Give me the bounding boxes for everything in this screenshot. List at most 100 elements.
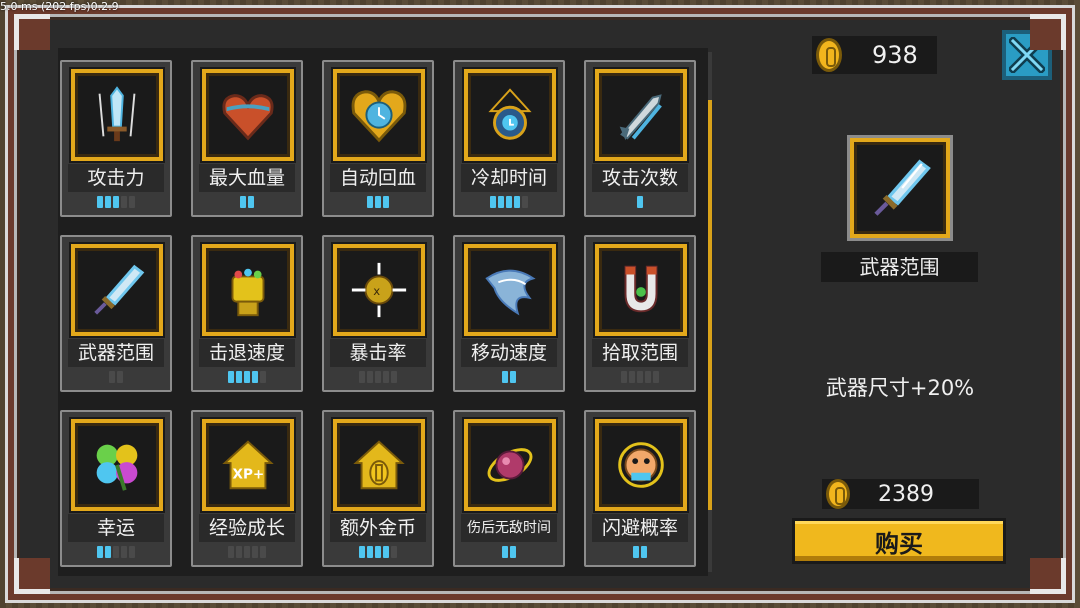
upgrade-name: 最大血量: [199, 164, 295, 192]
upgrade-name: 经验成长: [199, 514, 295, 542]
level-pip: [621, 371, 627, 383]
upgrade-card[interactable]: 伤后无敌时间: [453, 410, 565, 567]
level-pip: [367, 196, 373, 208]
level-pip: [236, 546, 242, 558]
level-pip: [510, 546, 516, 558]
level-pip: [637, 371, 643, 383]
upgrade-level-pips: [455, 196, 563, 210]
magnet-icon: [624, 265, 658, 313]
level-pip: [633, 546, 639, 558]
heart-clock-icon: [351, 90, 407, 143]
upgrade-icon-frame: [333, 69, 425, 161]
big-sword-icon: [94, 264, 145, 315]
level-pip: [236, 371, 242, 383]
level-pip: [244, 546, 250, 558]
level-pip: [502, 371, 508, 383]
scrollbar-thumb[interactable]: [708, 100, 712, 510]
upgrade-card[interactable]: 闪避概率: [584, 410, 696, 567]
upgrade-card[interactable]: 移动速度: [453, 235, 565, 392]
buy-button[interactable]: 购买: [792, 518, 1006, 564]
level-pip: [105, 546, 111, 558]
upgrade-name: 自动回血: [330, 164, 426, 192]
level-pip: [506, 196, 512, 208]
upgrade-level-pips: [586, 196, 694, 210]
upgrade-card[interactable]: 幸运: [60, 410, 172, 567]
level-pip: [367, 371, 373, 383]
upgrade-icon-frame: [595, 419, 687, 511]
upgrade-price: 2389: [822, 479, 979, 509]
level-pip: [641, 546, 647, 558]
gauntlet-icon: [231, 268, 265, 317]
upgrade-icon-frame: [464, 419, 556, 511]
upgrade-card[interactable]: 拾取范围: [584, 235, 696, 392]
upgrade-card[interactable]: 最大血量: [191, 60, 303, 217]
upgrade-icon-frame: [464, 244, 556, 336]
upgrade-card[interactable]: 武器范围: [60, 235, 172, 392]
upgrade-card[interactable]: 击退速度: [191, 235, 303, 392]
upgrade-name: 拾取范围: [592, 339, 688, 367]
upgrade-card[interactable]: XP+ 经验成长: [191, 410, 303, 567]
level-pip: [97, 546, 103, 558]
level-pip: [97, 196, 103, 208]
frame-corner: [1030, 14, 1066, 50]
upgrade-level-pips: [193, 546, 301, 560]
upgrade-level-pips: [62, 371, 170, 385]
level-pip: [490, 196, 496, 208]
level-pip: [121, 196, 127, 208]
level-pip: [498, 196, 504, 208]
upgrade-level-pips: [193, 371, 301, 385]
upgrade-level-pips: [193, 196, 301, 210]
level-pip: [244, 371, 250, 383]
upgrade-icon-frame: [202, 244, 294, 336]
big-sword-icon: [874, 159, 931, 216]
upgrade-name: 闪避概率: [592, 514, 688, 542]
upgrade-card[interactable]: 冷却时间: [453, 60, 565, 217]
upgrade-card[interactable]: 自动回血: [322, 60, 434, 217]
upgrade-icon-frame: [202, 69, 294, 161]
level-pip: [367, 546, 373, 558]
upgrade-name: 幸运: [68, 514, 164, 542]
upgrade-icon-frame: XP+: [202, 419, 294, 511]
upgrade-name: 武器范围: [68, 339, 164, 367]
clover-icon: [96, 444, 138, 491]
coin-house-icon: [353, 440, 405, 490]
upgrade-icon-frame: [71, 244, 163, 336]
upgrade-icon-frame: [595, 69, 687, 161]
frame-corner: [1030, 558, 1066, 594]
level-pip: [228, 371, 234, 383]
upgrade-name: 伤后无敌时间: [461, 514, 557, 542]
level-pip: [109, 371, 115, 383]
coin-icon: [816, 38, 842, 72]
level-pip: [391, 546, 397, 558]
level-pip: [359, 371, 365, 383]
level-pip: [248, 196, 254, 208]
upgrade-name: 移动速度: [461, 339, 557, 367]
price-amount: 2389: [878, 481, 934, 507]
level-pip: [129, 196, 135, 208]
selected-upgrade-description: 武器尺寸+20%: [825, 376, 975, 400]
dodge-face-icon: [618, 442, 664, 488]
upgrade-level-pips: [62, 546, 170, 560]
selected-upgrade-icon: [850, 138, 950, 238]
upgrade-card[interactable]: 攻击次数: [584, 60, 696, 217]
upgrade-level-pips: [324, 546, 432, 560]
xp-house-icon: XP+: [222, 440, 274, 490]
level-pip: [240, 196, 246, 208]
upgrade-icon-frame: [333, 419, 425, 511]
upgrade-card[interactable]: 攻击力: [60, 60, 172, 217]
ring-orb-icon: [487, 448, 533, 482]
level-pip: [375, 196, 381, 208]
level-pip: [252, 371, 258, 383]
level-pip: [510, 371, 516, 383]
level-pip: [117, 371, 123, 383]
upgrade-grid-scrollbar[interactable]: [708, 52, 712, 572]
level-pip: [105, 196, 111, 208]
missiles-icon: [619, 94, 662, 141]
sword-aura-icon: [98, 86, 136, 142]
level-pip: [502, 546, 508, 558]
level-pip: [383, 371, 389, 383]
upgrade-card[interactable]: 额外金币: [322, 410, 434, 567]
level-pip: [359, 546, 365, 558]
upgrade-card[interactable]: x 暴击率: [322, 235, 434, 392]
level-pip: [645, 371, 651, 383]
